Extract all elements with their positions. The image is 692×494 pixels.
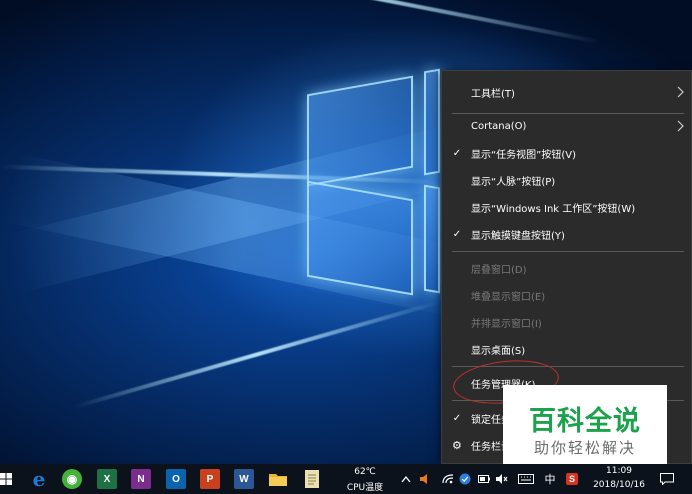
menu-item-label: 显示“人脉”按钮(P) [471, 176, 556, 188]
notepad-icon[interactable] [302, 469, 322, 489]
file-explorer-icon[interactable] [268, 469, 288, 489]
windows-logo-icon[interactable] [0, 469, 16, 489]
menu-item-show-touch-keyboard-button[interactable]: ✓ 显示触摸键盘按钮(Y) [442, 221, 692, 247]
checkmark-icon: ✓ [452, 147, 462, 159]
menu-item-toolbars[interactable]: 工具栏(T) [442, 79, 692, 105]
menu-item-label: 显示“Windows Ink 工作区”按钮(W) [471, 203, 636, 215]
onenote-icon[interactable]: N [131, 469, 151, 489]
menu-item-cortana[interactable]: Cortana(O) [442, 113, 692, 139]
clock-date[interactable]: 2018/10/16 [588, 480, 650, 490]
menu-item-show-task-view-button[interactable]: ✓ 显示“任务视图”按钮(V) [442, 140, 692, 166]
checkmark-icon: ✓ [452, 228, 462, 240]
chevron-right-icon [677, 86, 684, 98]
chevron-up-icon[interactable] [400, 473, 412, 485]
menu-item-label: Cortana(O) [471, 120, 527, 132]
watermark-logo: 百科全说 助你轻松解决 [503, 385, 667, 467]
cpu-temperature-label: CPU温度 [346, 483, 384, 493]
menu-item-side-by-side-windows: 并排显示窗口(I) [442, 309, 692, 335]
chevron-right-icon [677, 120, 684, 132]
ime-language-indicator[interactable]: 中 [544, 473, 556, 486]
menu-separator [452, 251, 684, 252]
wifi-icon[interactable] [442, 473, 454, 485]
checkmark-icon: ✓ [452, 412, 462, 424]
menu-item-label: 层叠窗口(D) [471, 264, 527, 276]
menu-item-show-desktop[interactable]: 显示桌面(S) [442, 336, 692, 362]
volume-muted-icon[interactable] [496, 473, 508, 485]
speaker-orange-icon[interactable] [418, 473, 430, 485]
menu-item-label: 堆叠显示窗口(E) [471, 291, 546, 303]
sogou-input-icon[interactable]: S [566, 473, 578, 485]
menu-item-label: 显示触摸键盘按钮(Y) [471, 230, 565, 242]
powerpoint-icon[interactable]: P [200, 469, 220, 489]
gear-icon: ⚙ [452, 438, 462, 452]
menu-item-show-windows-ink-button[interactable]: 显示“Windows Ink 工作区”按钮(W) [442, 194, 692, 220]
battery-icon[interactable] [478, 473, 490, 485]
menu-item-label: 并排显示窗口(I) [471, 318, 542, 330]
excel-icon[interactable]: X [97, 469, 117, 489]
taskbar: e ◉ X N O P W 62℃ CPU温度 中 S 11:09 2018/1… [0, 464, 692, 494]
shield-check-icon[interactable] [459, 473, 471, 485]
notification-center-icon[interactable] [660, 473, 674, 485]
cpu-temperature-value: 62℃ [354, 467, 376, 477]
word-icon[interactable]: W [234, 469, 254, 489]
menu-item-label: 显示桌面(S) [471, 345, 526, 357]
menu-item-show-people-button[interactable]: 显示“人脉”按钮(P) [442, 167, 692, 193]
menu-item-stack-windows: 堆叠显示窗口(E) [442, 282, 692, 308]
menu-item-label: 显示“任务视图”按钮(V) [471, 149, 577, 161]
touch-keyboard-icon[interactable] [518, 473, 534, 485]
browser-360-icon[interactable]: ◉ [62, 469, 82, 489]
edge-icon[interactable]: e [29, 467, 49, 491]
menu-item-cascade-windows: 层叠窗口(D) [442, 255, 692, 281]
outlook-icon[interactable]: O [166, 469, 186, 489]
clock-time[interactable]: 11:09 [594, 466, 644, 476]
watermark-title: 百科全说 [529, 406, 641, 437]
menu-item-label: 工具栏(T) [471, 88, 515, 100]
watermark-subtitle: 助你轻松解决 [533, 439, 636, 457]
